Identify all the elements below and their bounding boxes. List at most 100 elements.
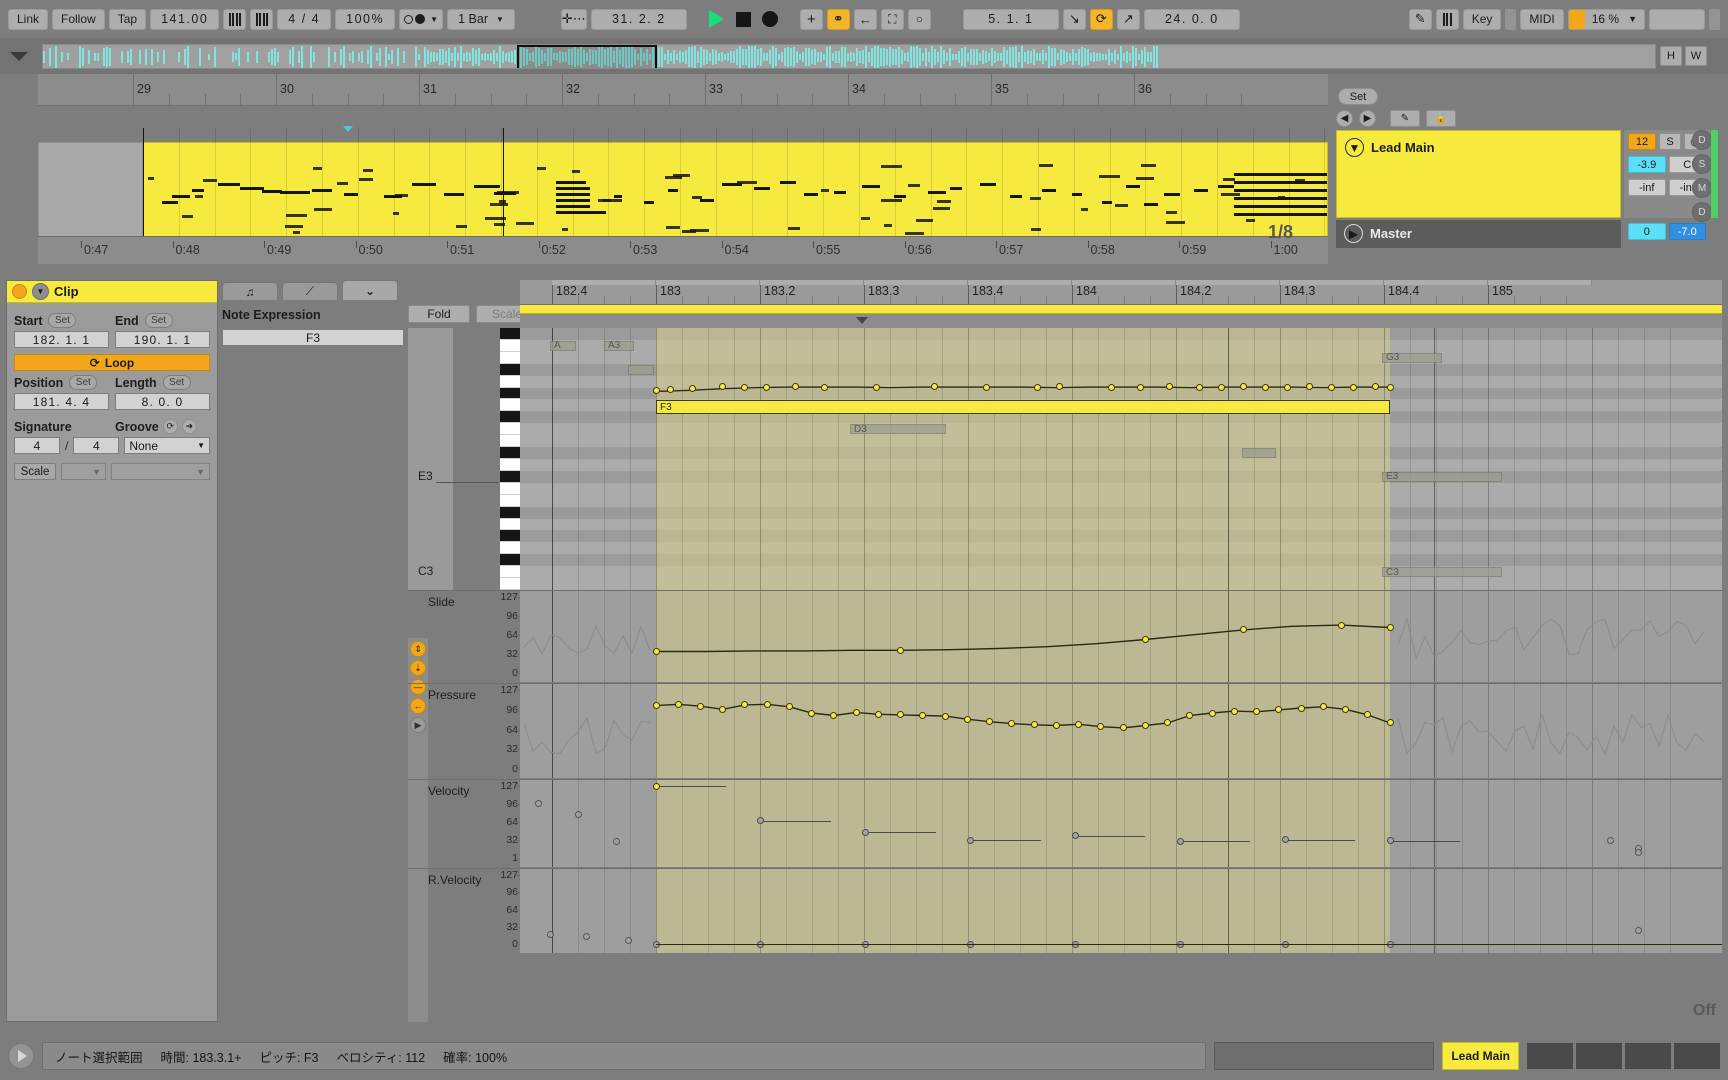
signature-numerator-field[interactable]: 4	[14, 437, 60, 454]
grid-value-label[interactable]: 1/8	[1268, 222, 1293, 243]
velocity-marker[interactable]	[1281, 836, 1289, 844]
device-chain-miniature[interactable]	[1527, 1043, 1720, 1069]
piano-key[interactable]	[500, 566, 520, 579]
track-header-master[interactable]: ▶ Master	[1336, 220, 1621, 248]
arrow-left-circle-icon[interactable]: ◀	[1336, 110, 1353, 127]
slide-breakpoint[interactable]	[897, 646, 905, 654]
pressure-breakpoint[interactable]	[1386, 719, 1394, 727]
groove-amount-field[interactable]: 100%	[335, 8, 396, 30]
loop-marker-icon[interactable]	[343, 126, 353, 132]
velocity-marker[interactable]	[1386, 837, 1394, 845]
triangle-right-circle-icon[interactable]: ▶	[1344, 224, 1363, 243]
expression-breakpoint[interactable]	[762, 383, 770, 391]
pressure-breakpoint[interactable]	[1075, 720, 1083, 728]
set-locator-button[interactable]: Set	[1338, 88, 1378, 105]
piano-key[interactable]	[500, 459, 520, 471]
arrangement-clip[interactable]	[143, 142, 1328, 238]
pressure-breakpoint[interactable]	[1030, 721, 1038, 729]
arrangement-empty-region[interactable]	[38, 142, 143, 238]
expression-breakpoint[interactable]	[1239, 382, 1247, 390]
overview-width-button[interactable]: W	[1685, 46, 1707, 66]
overview-height-button[interactable]: H	[1660, 46, 1682, 66]
expression-breakpoint[interactable]	[1034, 383, 1042, 391]
piano-key[interactable]	[500, 435, 520, 448]
piano-keyboard[interactable]	[500, 328, 520, 590]
loop-start-field[interactable]: 5. 1. 1	[962, 8, 1059, 30]
quantization-select[interactable]: 1 Bar ▼	[447, 8, 515, 30]
expression-breakpoint[interactable]	[1056, 382, 1064, 390]
triangle-down-circle-icon[interactable]: ▼	[1345, 138, 1364, 157]
expression-breakpoint[interactable]	[740, 383, 748, 391]
expression-breakpoint[interactable]	[1305, 382, 1313, 390]
piano-key[interactable]	[500, 328, 520, 340]
piano-key[interactable]	[500, 530, 520, 543]
loop-length-field[interactable]: 24. 0. 0	[1143, 8, 1240, 30]
arrangement-overview[interactable]: H W	[0, 38, 1728, 74]
scale-root-select[interactable]: ▼	[61, 463, 106, 480]
cpu-meter[interactable]: 16 % ▼	[1567, 8, 1645, 30]
loop-toggle-button[interactable]: ⟳ Loop	[14, 354, 210, 371]
start-value-field[interactable]: 182. 1. 1	[14, 331, 109, 348]
note-expression-pitch-field[interactable]: F3	[222, 329, 404, 346]
time-signature-field[interactable]: 4 / 4	[277, 8, 332, 30]
lock-icon[interactable]: 🔒	[1426, 110, 1456, 127]
loop-icon[interactable]: ⟳	[1089, 8, 1113, 30]
position-set-button[interactable]: Set	[69, 375, 98, 390]
piano-roll-grid[interactable]: AA3D3EG3E3C3F3	[520, 328, 1722, 590]
expression-breakpoint[interactable]	[1136, 383, 1144, 391]
expression-breakpoint[interactable]	[1349, 383, 1357, 391]
expression-breakpoint[interactable]	[872, 383, 880, 391]
tab-envelopes[interactable]: ⟋	[282, 282, 338, 300]
track-name[interactable]: Lead Main	[1371, 140, 1435, 155]
pressure-breakpoint[interactable]	[674, 700, 682, 708]
select-frame-icon[interactable]: ⛶	[880, 8, 904, 30]
device-slot-1[interactable]	[1527, 1043, 1573, 1069]
clip-color-icon[interactable]	[12, 284, 27, 299]
fade-in-icon[interactable]: ↘	[1062, 8, 1086, 30]
piano-key[interactable]	[500, 542, 520, 555]
pressure-breakpoint[interactable]	[874, 710, 882, 718]
tab-note-expression[interactable]: ⌄	[342, 280, 398, 300]
piano-key[interactable]	[500, 399, 520, 412]
arrangement-position-field[interactable]: 31. 2. 2	[590, 8, 687, 30]
plus-icon[interactable]: +	[799, 8, 823, 30]
piano-key[interactable]	[500, 351, 520, 364]
slide-breakpoint[interactable]	[1386, 624, 1394, 632]
end-set-button[interactable]: Set	[144, 313, 173, 328]
length-value-field[interactable]: 8. 0. 0	[115, 393, 210, 410]
slide-breakpoint[interactable]	[1337, 621, 1345, 629]
expression-breakpoint[interactable]	[718, 382, 726, 390]
slide-breakpoint[interactable]	[1141, 635, 1149, 643]
piano-key[interactable]	[500, 494, 520, 507]
expression-breakpoint[interactable]	[1166, 382, 1174, 390]
midi-note-ghost[interactable]: E3	[1382, 471, 1502, 482]
midi-map-button[interactable]: MIDI	[1520, 8, 1564, 30]
pressure-breakpoint[interactable]	[852, 708, 860, 716]
pressure-breakpoint[interactable]	[1208, 709, 1216, 717]
lane-grid[interactable]	[520, 591, 1722, 682]
expression-breakpoint[interactable]	[791, 382, 799, 390]
midi-note-ghost[interactable]: A	[550, 340, 576, 351]
pressure-breakpoint[interactable]	[1052, 721, 1060, 729]
punch-in-icon[interactable]: ✛⋯	[560, 8, 587, 30]
piano-key[interactable]	[500, 363, 520, 376]
velocity-marker[interactable]	[652, 782, 660, 790]
pencil-icon[interactable]: ✎	[1390, 110, 1420, 127]
pressure-breakpoint[interactable]	[1319, 703, 1327, 711]
piano-keys-icon[interactable]	[1435, 8, 1459, 30]
overview-track-miniature[interactable]	[42, 43, 1656, 69]
pressure-breakpoint[interactable]	[1230, 707, 1238, 715]
send-a-value[interactable]: -inf	[1628, 179, 1666, 196]
expression-breakpoint[interactable]	[1195, 383, 1203, 391]
expression-breakpoint[interactable]	[982, 383, 990, 391]
arrow-right-circle-icon[interactable]: ➜	[181, 419, 197, 434]
expression-breakpoint[interactable]	[1386, 383, 1394, 391]
pressure-breakpoint[interactable]	[808, 709, 816, 717]
midi-note-ghost[interactable]: C3	[1382, 567, 1502, 578]
slide-breakpoint[interactable]	[652, 647, 660, 655]
status-track-name[interactable]: Lead Main	[1442, 1042, 1519, 1070]
lane-grid[interactable]	[520, 780, 1722, 867]
master-pan-value[interactable]: 0	[1628, 223, 1666, 240]
lane-grid[interactable]	[520, 869, 1722, 953]
midi-note-ghost[interactable]: G3	[1382, 352, 1442, 363]
